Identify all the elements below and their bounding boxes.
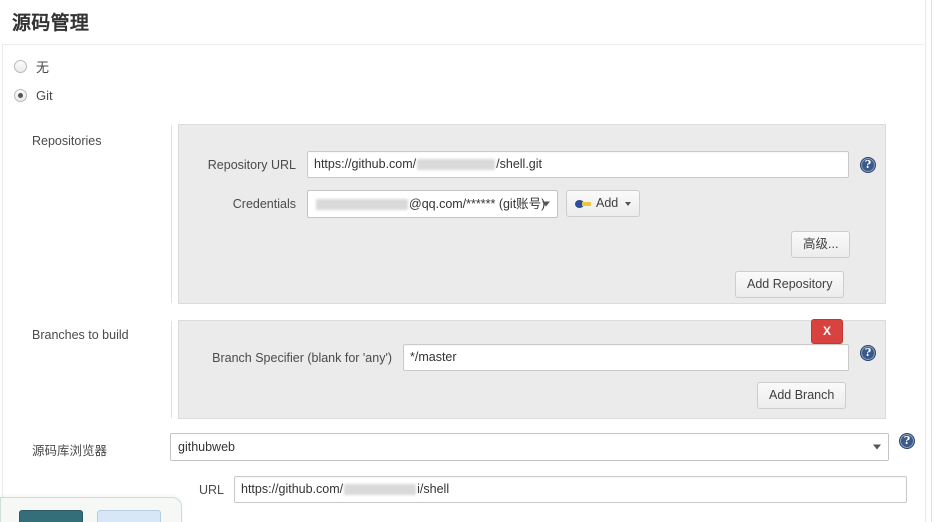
source-browser-url-input[interactable]: https://github.com/i/shell — [234, 476, 907, 503]
source-browser-help-icon[interactable]: ? — [899, 433, 915, 449]
advanced-button[interactable]: 高级... — [791, 231, 851, 258]
scm-option-git-label: Git — [36, 88, 53, 103]
credentials-masked-segment — [316, 199, 408, 211]
chevron-down-icon — [542, 201, 550, 207]
source-browser-url-masked-segment — [344, 484, 417, 496]
chevron-down-icon — [625, 201, 632, 206]
source-browser-url-label: URL — [198, 483, 224, 497]
repository-url-prefix: https://github.com/ — [314, 157, 417, 171]
scm-option-none[interactable]: 无 — [14, 57, 49, 76]
add-credentials-label: Add — [596, 196, 619, 210]
source-browser-url-suffix: i/shell — [417, 482, 450, 496]
scm-option-git[interactable]: Git — [14, 88, 53, 103]
radio-none[interactable] — [14, 60, 27, 73]
repositories-section-label: Repositories — [32, 134, 102, 148]
credentials-value-suffix: @qq.com/****** (git账号) — [409, 197, 546, 211]
source-browser-url-prefix: https://github.com/ — [241, 482, 344, 496]
save-button[interactable] — [19, 510, 83, 522]
page-title: 源码管理 — [12, 12, 90, 34]
add-branch-button[interactable]: Add Branch — [757, 382, 847, 409]
delete-branch-button[interactable]: X — [811, 319, 843, 344]
repository-url-input[interactable]: https://github.com/ /shell.git — [307, 151, 849, 178]
source-browser-selected-value: githubweb — [178, 440, 235, 454]
scm-config-page: 源码管理 无 Git Repositories Repository URL h… — [0, 0, 938, 522]
panel-left-rule — [171, 321, 172, 418]
repository-url-suffix: /shell.git — [496, 157, 542, 171]
branches-section-label: Branches to build — [32, 328, 129, 342]
floating-save-bar — [0, 497, 182, 522]
key-icon — [575, 198, 591, 210]
radio-git[interactable] — [14, 89, 27, 102]
panel-left-rule — [171, 125, 172, 303]
chevron-down-icon — [873, 444, 881, 450]
page-outer-border — [931, 0, 932, 522]
repository-url-masked-segment — [417, 159, 496, 171]
scm-option-none-label: 无 — [36, 60, 50, 75]
add-repository-button[interactable]: Add Repository — [735, 271, 845, 298]
add-credentials-button[interactable]: Add — [566, 190, 641, 217]
credentials-label: Credentials — [232, 197, 296, 211]
repository-url-help-icon[interactable]: ? — [860, 157, 876, 173]
apply-button[interactable] — [97, 510, 161, 522]
page-left-border — [2, 44, 3, 522]
branch-specifier-help-icon[interactable]: ? — [860, 345, 876, 361]
header-divider — [2, 44, 924, 45]
branch-specifier-label: Branch Specifier (blank for 'any') — [212, 351, 392, 365]
page-right-border — [925, 0, 926, 522]
credentials-select[interactable]: @qq.com/****** (git账号) — [307, 190, 558, 218]
repository-url-label: Repository URL — [207, 158, 296, 172]
source-browser-select[interactable]: githubweb — [170, 433, 889, 461]
source-browser-label: 源码库浏览器 — [32, 444, 108, 458]
branch-specifier-input[interactable]: */master — [403, 344, 849, 371]
